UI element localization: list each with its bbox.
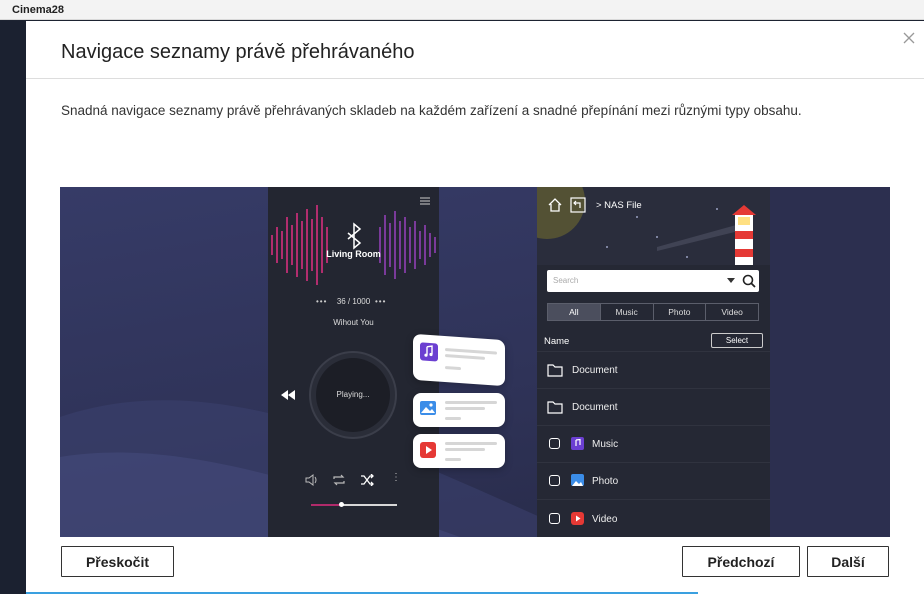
playback-state: Playing... <box>336 390 370 399</box>
back-icon[interactable] <box>570 197 586 213</box>
device-name: Living Room <box>326 249 381 259</box>
track-title: Wihout You <box>333 318 374 327</box>
video-icon <box>420 442 436 458</box>
repeat-icon[interactable] <box>332 474 346 486</box>
close-icon[interactable] <box>902 31 916 45</box>
list-item-label: Video <box>592 514 618 525</box>
list-item-label: Photo <box>592 476 619 487</box>
bluetooth-icon <box>347 222 362 250</box>
shuffle-icon[interactable] <box>360 474 374 486</box>
background-strip <box>0 21 26 594</box>
dialog-title: Navigace seznamy právě přehrávaného <box>61 41 415 63</box>
select-button[interactable]: Select <box>711 333 763 348</box>
list-item[interactable]: Video <box>537 499 770 536</box>
breadcrumb[interactable]: > NAS File <box>596 200 642 211</box>
folder-icon <box>547 364 563 377</box>
progress-handle[interactable] <box>339 502 344 507</box>
row-checkbox[interactable] <box>549 438 560 449</box>
home-icon[interactable] <box>547 197 563 213</box>
window-titlebar: Cinema28 <box>0 0 924 20</box>
row-checkbox[interactable] <box>549 475 560 486</box>
column-name: Name <box>544 336 570 347</box>
tab-photo[interactable]: Photo <box>654 304 707 320</box>
chevron-down-icon[interactable] <box>727 278 735 284</box>
search-placeholder: Search <box>553 276 579 285</box>
list-item[interactable]: Document <box>537 388 770 425</box>
video-icon <box>571 512 584 525</box>
list-item-label: Document <box>572 402 618 413</box>
list-item[interactable]: Photo <box>537 462 770 499</box>
rewind-icon[interactable] <box>281 390 295 400</box>
skip-button[interactable]: Přeskočit <box>61 546 174 577</box>
progress-fill <box>311 504 341 506</box>
music-icon <box>571 437 584 450</box>
menu-icon[interactable] <box>420 197 430 205</box>
nas-browser-screen: > NAS File Search All Music Photo Video … <box>537 187 770 537</box>
onboarding-dialog: Navigace seznamy právě přehrávaného Snad… <box>26 21 924 594</box>
photo-icon <box>420 401 436 415</box>
tab-all[interactable]: All <box>548 304 601 320</box>
divider <box>26 78 924 79</box>
search-input[interactable]: Search <box>547 270 759 292</box>
progress-track[interactable] <box>311 502 397 507</box>
music-icon <box>420 342 438 362</box>
tab-video[interactable]: Video <box>706 304 758 320</box>
search-icon[interactable] <box>742 274 756 288</box>
next-button[interactable]: Další <box>807 546 889 577</box>
floating-card-music <box>413 333 505 387</box>
background-panel <box>770 187 890 537</box>
list-item[interactable]: Music <box>537 425 770 462</box>
window-title: Cinema28 <box>12 4 64 16</box>
folder-icon <box>547 401 563 414</box>
feature-illustration: Living Room ••• 36 / 1000 ••• Wihout You… <box>60 187 890 537</box>
more-icon[interactable]: ⋮ <box>391 472 401 483</box>
row-checkbox[interactable] <box>549 513 560 524</box>
dots-right: ••• <box>375 297 387 306</box>
tab-music[interactable]: Music <box>601 304 654 320</box>
floating-card-video <box>413 434 505 468</box>
dialog-description: Snadná navigace seznamy právě přehrávaný… <box>61 103 802 118</box>
content-type-tabs: All Music Photo Video <box>547 303 759 321</box>
track-position: 36 / 1000 <box>336 297 371 306</box>
volume-icon[interactable] <box>305 474 319 486</box>
list-item[interactable]: Document <box>537 351 770 388</box>
list-item-label: Music <box>592 439 619 450</box>
floating-card-photo <box>413 393 505 427</box>
previous-button[interactable]: Předchozí <box>682 546 800 577</box>
photo-icon <box>571 474 584 486</box>
list-item-label: Document <box>572 365 618 376</box>
audio-waveform <box>271 205 436 285</box>
